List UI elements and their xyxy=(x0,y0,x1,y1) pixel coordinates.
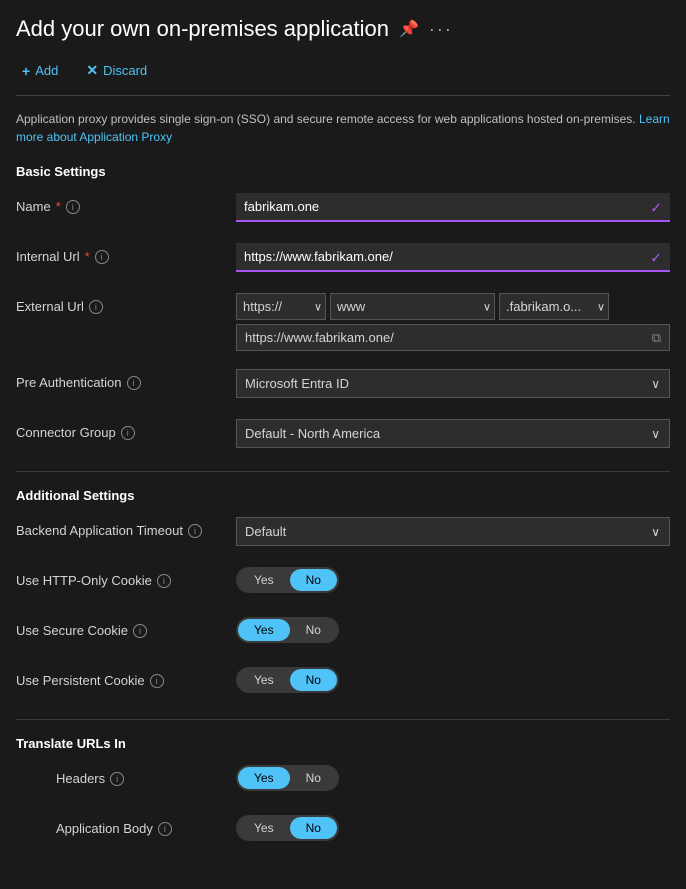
connector-group-label: Connector Group i xyxy=(16,419,236,440)
external-url-display: https://www.fabrikam.one/ ⧉ xyxy=(236,324,670,351)
backend-timeout-control: Default Long Extra Long xyxy=(236,517,670,546)
copy-icon[interactable]: ⧉ xyxy=(652,330,661,346)
secure-cookie-label: Use Secure Cookie i xyxy=(16,617,236,638)
http-only-info-icon[interactable]: i xyxy=(157,574,171,588)
secure-cookie-info-icon[interactable]: i xyxy=(133,624,147,638)
domain-select-wrapper: .fabrikam.o... xyxy=(499,293,609,320)
backend-timeout-info-icon[interactable]: i xyxy=(188,524,202,538)
backend-timeout-label: Backend Application Timeout i xyxy=(16,517,236,538)
internal-url-check-icon: ✓ xyxy=(650,249,662,266)
protocol-select-wrapper: https:// http:// xyxy=(236,293,326,320)
pre-auth-row: Pre Authentication i Microsoft Entra ID … xyxy=(16,369,670,401)
translate-urls-title: Translate URLs In xyxy=(16,736,670,751)
subdomain-select[interactable]: www xyxy=(330,293,495,320)
section-separator xyxy=(16,471,670,472)
page-title: Add your own on-premises application xyxy=(16,16,389,42)
internal-url-label: Internal Url * i xyxy=(16,243,236,264)
name-info-icon[interactable]: i xyxy=(66,200,80,214)
backend-timeout-select-wrapper: Default Long Extra Long xyxy=(236,517,670,546)
internal-url-required: * xyxy=(85,249,90,264)
http-only-yes-button[interactable]: Yes xyxy=(238,569,290,591)
discard-button[interactable]: ✕ Discard xyxy=(80,58,153,83)
persistent-cookie-row: Use Persistent Cookie i Yes No xyxy=(16,667,670,699)
headers-label: Headers i xyxy=(56,765,236,786)
protocol-select[interactable]: https:// http:// xyxy=(236,293,326,320)
external-url-row: External Url i https:// http:// www xyxy=(16,293,670,351)
name-required: * xyxy=(56,199,61,214)
info-description: Application proxy provides single sign-o… xyxy=(16,110,670,146)
secure-yes-button[interactable]: Yes xyxy=(238,619,290,641)
pre-auth-control: Microsoft Entra ID Passthrough xyxy=(236,369,670,398)
http-only-cookie-row: Use HTTP-Only Cookie i Yes No xyxy=(16,567,670,599)
basic-settings-title: Basic Settings xyxy=(16,164,670,179)
persistent-cookie-info-icon[interactable]: i xyxy=(150,674,164,688)
app-body-control: Yes No xyxy=(236,815,670,841)
connector-group-row: Connector Group i Default - North Americ… xyxy=(16,419,670,451)
additional-settings-title: Additional Settings xyxy=(16,488,670,503)
add-button[interactable]: + Add xyxy=(16,59,64,83)
connector-group-select-wrapper: Default - North America xyxy=(236,419,670,448)
connector-group-info-icon[interactable]: i xyxy=(121,426,135,440)
external-url-control: https:// http:// www .fabrikam.o... http… xyxy=(236,293,670,351)
title-row: Add your own on-premises application 📌 ·… xyxy=(16,16,670,42)
external-url-info-icon[interactable]: i xyxy=(89,300,103,314)
headers-control: Yes No xyxy=(236,765,670,791)
headers-no-button[interactable]: No xyxy=(290,767,337,789)
more-options-icon[interactable]: ··· xyxy=(429,19,453,40)
pre-auth-select-wrapper: Microsoft Entra ID Passthrough xyxy=(236,369,670,398)
persist-yes-button[interactable]: Yes xyxy=(238,669,290,691)
name-check-icon: ✓ xyxy=(650,199,662,216)
persist-no-button[interactable]: No xyxy=(290,669,337,691)
subdomain-select-wrapper: www xyxy=(330,293,495,320)
http-only-no-button[interactable]: No xyxy=(290,569,337,591)
app-body-label: Application Body i xyxy=(56,815,236,836)
secure-cookie-control: Yes No xyxy=(236,617,670,643)
headers-row: Headers i Yes No xyxy=(16,765,670,797)
persistent-cookie-label: Use Persistent Cookie i xyxy=(16,667,236,688)
body-no-button[interactable]: No xyxy=(290,817,337,839)
pre-auth-info-icon[interactable]: i xyxy=(127,376,141,390)
connector-group-select[interactable]: Default - North America xyxy=(236,419,670,448)
pre-auth-select[interactable]: Microsoft Entra ID Passthrough xyxy=(236,369,670,398)
pre-auth-label: Pre Authentication i xyxy=(16,369,236,390)
body-yes-button[interactable]: Yes xyxy=(238,817,290,839)
secure-no-button[interactable]: No xyxy=(290,619,337,641)
name-control: ✓ xyxy=(236,193,670,222)
persistent-cookie-toggle: Yes No xyxy=(236,667,339,693)
domain-select[interactable]: .fabrikam.o... xyxy=(499,293,609,320)
headers-toggle: Yes No xyxy=(236,765,339,791)
backend-timeout-select[interactable]: Default Long Extra Long xyxy=(236,517,670,546)
internal-url-control: ✓ xyxy=(236,243,670,272)
discard-icon: ✕ xyxy=(86,62,98,79)
connector-group-control: Default - North America xyxy=(236,419,670,448)
name-label: Name * i xyxy=(16,193,236,214)
add-icon: + xyxy=(22,63,30,79)
headers-info-icon[interactable]: i xyxy=(110,772,124,786)
app-body-toggle: Yes No xyxy=(236,815,339,841)
persistent-cookie-control: Yes No xyxy=(236,667,670,693)
pin-icon[interactable]: 📌 xyxy=(399,19,419,39)
name-input[interactable] xyxy=(236,193,670,222)
headers-yes-button[interactable]: Yes xyxy=(238,767,290,789)
add-label: Add xyxy=(35,63,58,78)
discard-label: Discard xyxy=(103,63,147,78)
internal-url-row: Internal Url * i ✓ xyxy=(16,243,670,275)
external-url-label: External Url i xyxy=(16,293,236,314)
translate-urls-separator xyxy=(16,719,670,720)
http-only-cookie-label: Use HTTP-Only Cookie i xyxy=(16,567,236,588)
secure-cookie-row: Use Secure Cookie i Yes No xyxy=(16,617,670,649)
toolbar: + Add ✕ Discard xyxy=(16,58,670,96)
http-only-toggle: Yes No xyxy=(236,567,339,593)
app-body-info-icon[interactable]: i xyxy=(158,822,172,836)
internal-url-input[interactable] xyxy=(236,243,670,272)
app-body-row: Application Body i Yes No xyxy=(16,815,670,847)
secure-cookie-toggle: Yes No xyxy=(236,617,339,643)
backend-timeout-row: Backend Application Timeout i Default Lo… xyxy=(16,517,670,549)
internal-url-info-icon[interactable]: i xyxy=(95,250,109,264)
http-only-cookie-control: Yes No xyxy=(236,567,670,593)
name-row: Name * i ✓ xyxy=(16,193,670,225)
